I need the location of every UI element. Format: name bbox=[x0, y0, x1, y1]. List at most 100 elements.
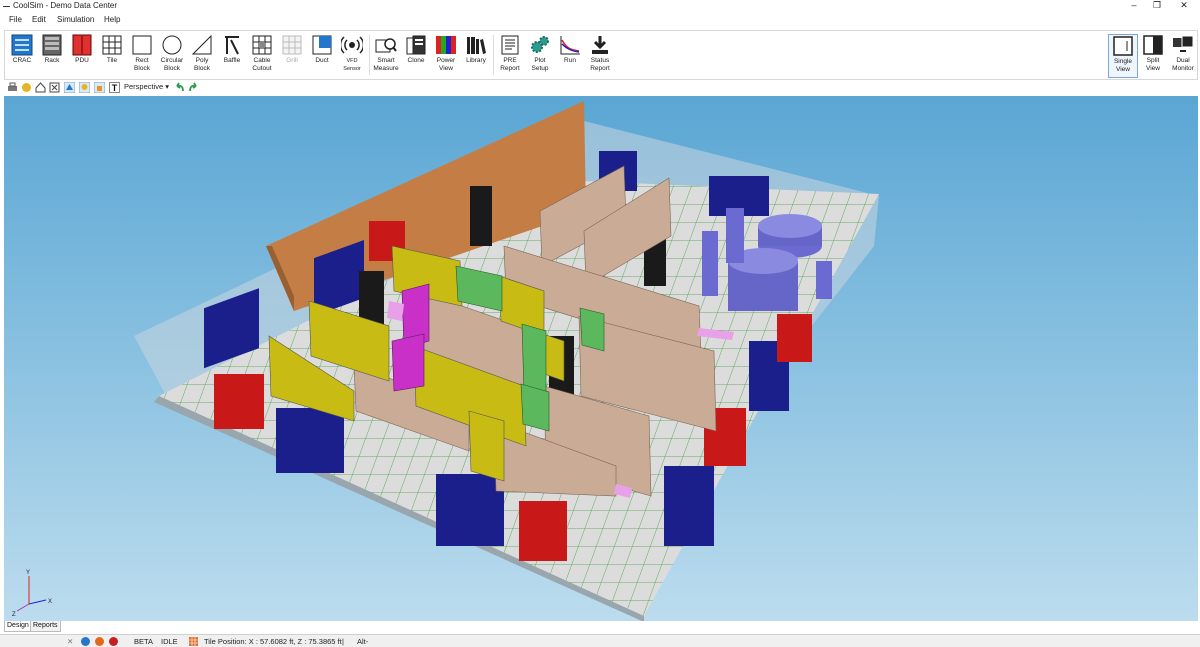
library-icon bbox=[467, 37, 486, 54]
cable-cutout-button[interactable]: Cable Cutout bbox=[247, 34, 277, 78]
hand-icon[interactable] bbox=[94, 82, 105, 93]
pdu-unit[interactable] bbox=[519, 501, 567, 561]
sensor-icon bbox=[341, 36, 363, 54]
state-label: IDLE bbox=[161, 637, 178, 646]
close-icon[interactable]: ✕ bbox=[67, 637, 73, 646]
crac-button[interactable]: CRAC bbox=[7, 34, 37, 78]
undo-icon[interactable] bbox=[174, 82, 185, 93]
title-bar: CoolSim - Demo Data Center – ❐ ✕ bbox=[0, 0, 1200, 13]
circular-block-top bbox=[758, 214, 822, 238]
fit-view-icon[interactable] bbox=[49, 82, 60, 93]
rack-button[interactable]: Rack bbox=[37, 34, 67, 78]
vfd-sensor-button[interactable]: VFD Sensor bbox=[337, 34, 367, 78]
duct-button[interactable]: Duct bbox=[307, 34, 337, 78]
error-icon[interactable] bbox=[109, 637, 118, 646]
column[interactable] bbox=[726, 208, 744, 263]
rectangle-icon bbox=[132, 35, 152, 55]
menu-help[interactable]: Help bbox=[104, 15, 120, 24]
run-button[interactable]: Run bbox=[555, 34, 585, 78]
pre-report-button[interactable]: PRE Report bbox=[495, 34, 525, 78]
perforated-tile[interactable] bbox=[387, 301, 404, 321]
crac-icon bbox=[11, 34, 33, 56]
column[interactable] bbox=[702, 231, 718, 296]
single-view-button[interactable]: Single View bbox=[1108, 34, 1138, 78]
shortcut-hint: Alt- bbox=[357, 637, 369, 646]
power-view-button[interactable]: Power View bbox=[431, 34, 461, 78]
close-button[interactable]: ✕ bbox=[1174, 0, 1194, 12]
pdu-icon bbox=[72, 34, 92, 56]
tile-button[interactable]: Tile bbox=[97, 34, 127, 78]
grill-icon bbox=[282, 35, 302, 55]
plot-setup-button[interactable]: Plot Setup bbox=[525, 34, 555, 78]
tab-design[interactable]: Design bbox=[4, 621, 32, 632]
crac-unit[interactable] bbox=[276, 408, 344, 473]
grid-icon bbox=[189, 637, 198, 646]
library-button[interactable]: Library bbox=[461, 34, 491, 78]
menu-bar: File Edit Simulation Help bbox=[0, 13, 1200, 27]
run-chart-icon bbox=[560, 36, 580, 55]
tile-icon bbox=[102, 35, 122, 55]
single-view-icon bbox=[1113, 36, 1133, 56]
home-icon[interactable] bbox=[35, 82, 46, 93]
crac-unit[interactable] bbox=[436, 474, 504, 546]
polygon-icon bbox=[191, 34, 212, 55]
report-icon bbox=[501, 35, 519, 55]
column[interactable] bbox=[816, 261, 832, 299]
build-label: BETA bbox=[134, 637, 154, 646]
pdu-button[interactable]: PDU bbox=[67, 34, 97, 78]
minimize-button[interactable]: – bbox=[1124, 0, 1144, 12]
secondary-toolbar: T Perspective ▾ bbox=[4, 81, 1198, 95]
axis-z-label: Z bbox=[12, 612, 16, 618]
measure-icon bbox=[375, 38, 397, 53]
smart-measure-button[interactable]: Smart Measure bbox=[371, 34, 401, 78]
power-view-icon bbox=[436, 36, 456, 54]
cable-cutout-icon bbox=[252, 35, 272, 55]
light-icon[interactable] bbox=[79, 82, 90, 93]
status-divider: | bbox=[342, 637, 344, 646]
pdu-unit[interactable] bbox=[214, 374, 264, 429]
camera-icon[interactable] bbox=[64, 82, 75, 93]
pdu-unit[interactable] bbox=[777, 314, 812, 362]
rack-black[interactable] bbox=[470, 186, 492, 246]
split-view-button[interactable]: Split View bbox=[1138, 34, 1168, 78]
save-icon[interactable] bbox=[21, 82, 32, 93]
3d-viewport[interactable]: Y X Z bbox=[4, 96, 1198, 621]
circular-block-button[interactable]: Circular Block bbox=[157, 34, 187, 78]
dual-monitor-button[interactable]: Dual Monitor bbox=[1168, 34, 1198, 78]
baffle-button[interactable]: Baffle bbox=[217, 34, 247, 78]
duct-icon bbox=[312, 35, 332, 55]
tab-reports[interactable]: Reports bbox=[30, 621, 61, 632]
menu-file[interactable]: File bbox=[9, 15, 22, 24]
axis-gizmo: Y X Z bbox=[12, 570, 52, 618]
info-icon[interactable] bbox=[81, 637, 90, 646]
rack-icon bbox=[42, 34, 62, 56]
status-report-button[interactable]: Status Report bbox=[585, 34, 615, 78]
print-icon[interactable] bbox=[7, 82, 18, 93]
axis-x-label: X bbox=[48, 599, 52, 605]
grill-button[interactable]: Grill bbox=[277, 34, 307, 78]
rect-block-button[interactable]: Rect Block bbox=[127, 34, 157, 78]
text-tool-button[interactable]: T bbox=[109, 82, 120, 93]
baffle-icon bbox=[225, 36, 239, 55]
download-icon bbox=[592, 36, 608, 54]
restore-button[interactable]: ❐ bbox=[1147, 0, 1167, 12]
clone-icon bbox=[406, 35, 426, 55]
menu-edit[interactable]: Edit bbox=[32, 15, 46, 24]
view-tabs: Design Reports bbox=[4, 621, 1198, 632]
window-title: CoolSim - Demo Data Center bbox=[13, 1, 118, 10]
circle-icon bbox=[162, 35, 182, 55]
redo-icon[interactable] bbox=[188, 82, 199, 93]
poly-block-button[interactable]: Poly Block bbox=[187, 34, 217, 78]
menu-simulation[interactable]: Simulation bbox=[57, 15, 94, 24]
ribbon-separator bbox=[369, 35, 370, 75]
tile-position-readout: Tile Position: X : 57.6082 ft, Z : 75.38… bbox=[204, 637, 342, 646]
dual-monitor-icon bbox=[1173, 35, 1194, 52]
ribbon-separator bbox=[493, 35, 494, 75]
warning-icon[interactable] bbox=[95, 637, 104, 646]
data-center-scene[interactable]: Y X Z bbox=[4, 96, 1198, 621]
clone-button[interactable]: Clone bbox=[401, 34, 431, 78]
status-bar: ✕ BETA IDLE Tile Position: X : 57.6082 f… bbox=[0, 634, 1200, 647]
perspective-dropdown[interactable]: Perspective ▾ bbox=[124, 82, 169, 91]
app-icon bbox=[3, 6, 10, 7]
crac-unit[interactable] bbox=[664, 466, 714, 546]
